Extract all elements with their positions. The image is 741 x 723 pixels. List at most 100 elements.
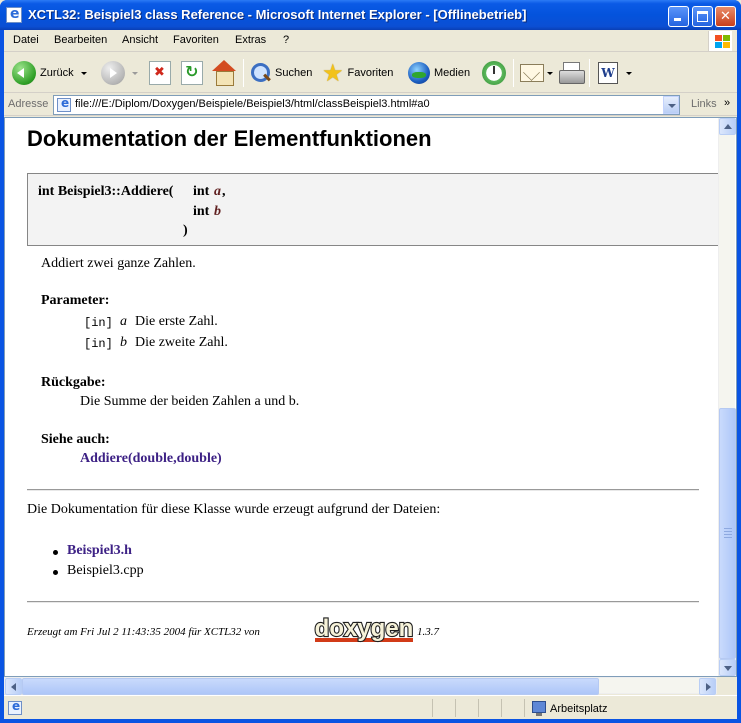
page-heading: Dokumentation der Elementfunktionen — [27, 126, 432, 151]
media-button[interactable]: Medien — [408, 57, 470, 89]
search-button[interactable]: Suchen — [249, 57, 312, 89]
mail-dropdown-icon[interactable] — [547, 71, 553, 75]
page-status-icon — [8, 699, 22, 715]
horizontal-scrollbar[interactable] — [4, 677, 717, 695]
toolbar: Zurück Suchen ★ Favori — [4, 53, 737, 93]
see-also-heading: Siehe auch: — [41, 432, 110, 447]
divider — [27, 601, 699, 603]
title-bar[interactable]: XCTL32: Beispiel3 class Reference - Micr… — [0, 0, 741, 30]
scroll-right-icon[interactable] — [699, 678, 716, 695]
scroll-down-icon[interactable] — [719, 659, 736, 676]
params-heading: Parameter: — [41, 293, 110, 308]
menu-extras[interactable]: Extras — [235, 34, 266, 46]
footer-text: Erzeugt am Fri Jul 2 11:43:35 2004 für X… — [27, 626, 260, 638]
grip-line — [724, 534, 732, 535]
file-link-header[interactable]: Beispiel3.h — [67, 543, 132, 559]
forward-arrow-icon — [101, 61, 125, 85]
param2-name: b — [214, 204, 221, 219]
scroll-left-icon[interactable] — [5, 678, 22, 695]
list-bullet — [53, 570, 58, 575]
search-label: Suchen — [275, 67, 313, 79]
grip-line — [724, 537, 732, 538]
menu-help[interactable]: ? — [283, 34, 289, 46]
history-button[interactable] — [482, 57, 506, 89]
address-url[interactable]: file:///E:/Diplom/Doxygen/Beispiele/Beis… — [75, 98, 430, 110]
address-dropdown-icon[interactable] — [663, 96, 679, 114]
list-bullet — [53, 550, 58, 555]
toolbar-separator — [513, 59, 514, 87]
maximize-button[interactable] — [692, 6, 713, 27]
mail-envelope-icon — [520, 64, 544, 82]
back-arrow-icon — [12, 61, 36, 85]
favorites-label: Favoriten — [347, 67, 394, 79]
param-direction: [in] — [84, 316, 113, 330]
back-dropdown-icon[interactable] — [80, 71, 87, 75]
favorites-star-icon: ★ — [322, 59, 344, 87]
forward-dropdown-icon[interactable] — [132, 71, 138, 75]
favorites-button[interactable]: ★ Favoriten — [322, 57, 393, 89]
mail-button[interactable] — [520, 57, 553, 89]
param1-separator: , — [222, 184, 226, 199]
files-intro: Die Dokumentation für diese Klasse wurde… — [27, 502, 441, 517]
my-computer-icon — [532, 701, 546, 716]
see-also-link[interactable]: Addiere(double,double) — [80, 451, 222, 467]
home-button[interactable] — [211, 57, 237, 89]
back-label: Zurück — [40, 67, 74, 79]
menu-favoriten[interactable]: Favoriten — [173, 34, 219, 46]
ie-page-icon — [6, 6, 22, 23]
print-button[interactable] — [559, 57, 585, 89]
refresh-button[interactable] — [181, 57, 203, 89]
param-name: a — [120, 314, 127, 329]
media-label: Medien — [434, 67, 471, 79]
minimize-button[interactable] — [668, 6, 689, 27]
file-name-source: Beispiel3.cpp — [67, 563, 144, 578]
home-icon — [211, 60, 237, 86]
content-viewport: Dokumentation der Elementfunktionen int … — [4, 117, 737, 677]
links-chevron-icon[interactable]: » — [724, 97, 730, 109]
edit-dropdown-icon[interactable] — [626, 71, 632, 75]
status-bar: Arbeitsplatz — [4, 695, 737, 719]
doxygen-logo-text: doxygen — [315, 615, 414, 642]
back-button[interactable]: Zurück — [12, 57, 87, 89]
word-edit-icon: W — [598, 62, 618, 84]
maximize-icon — [697, 11, 708, 22]
stop-button[interactable] — [149, 57, 171, 89]
search-icon — [249, 62, 271, 84]
vertical-scrollbar[interactable] — [718, 118, 736, 676]
window-client: Datei Bearbeiten Ansicht Favoriten Extra… — [4, 30, 737, 719]
menu-ansicht[interactable]: Ansicht — [122, 34, 158, 46]
address-input[interactable]: file:///E:/Diplom/Doxygen/Beispiele/Beis… — [53, 95, 680, 115]
status-cell — [478, 699, 500, 717]
menu-bearbeiten[interactable]: Bearbeiten — [54, 34, 107, 46]
vertical-scroll-thumb[interactable] — [719, 408, 736, 659]
windows-logo-icon — [708, 31, 732, 51]
printer-icon — [559, 62, 585, 84]
function-signature: int Beispiel3::Addiere( — [38, 184, 174, 199]
close-button[interactable]: ✕ — [715, 6, 736, 27]
horizontal-scroll-thumb[interactable] — [22, 678, 599, 695]
refresh-icon — [181, 61, 203, 85]
scrollbar-corner — [717, 677, 737, 694]
param1-name: a — [214, 184, 221, 199]
browser-window: XCTL32: Beispiel3 class Reference - Micr… — [0, 0, 741, 723]
document-page: Dokumentation der Elementfunktionen int … — [5, 118, 727, 676]
menu-bar: Datei Bearbeiten Ansicht Favoriten Extra… — [4, 30, 737, 52]
minimize-icon — [674, 18, 681, 21]
menu-datei[interactable]: Datei — [13, 34, 39, 46]
window-title: XCTL32: Beispiel3 class Reference - Micr… — [28, 7, 527, 22]
status-cell — [432, 699, 454, 717]
param2-type: int — [193, 204, 210, 219]
links-button[interactable]: Links — [691, 98, 717, 110]
doxygen-logo[interactable]: doxygen — [314, 614, 414, 647]
return-description: Die Summe der beiden Zahlen a und b. — [80, 394, 300, 409]
status-cell — [501, 699, 523, 717]
history-clock-icon — [482, 61, 506, 85]
edit-button[interactable]: W — [598, 57, 632, 89]
function-description: Addiert zwei ganze Zahlen. — [41, 256, 196, 271]
scroll-up-icon[interactable] — [719, 118, 736, 135]
prototype-close: ) — [183, 223, 188, 238]
param-description: Die erste Zahl. — [135, 314, 218, 329]
stop-icon — [149, 61, 171, 85]
forward-button[interactable] — [101, 57, 138, 89]
param-direction: [in] — [84, 337, 113, 351]
